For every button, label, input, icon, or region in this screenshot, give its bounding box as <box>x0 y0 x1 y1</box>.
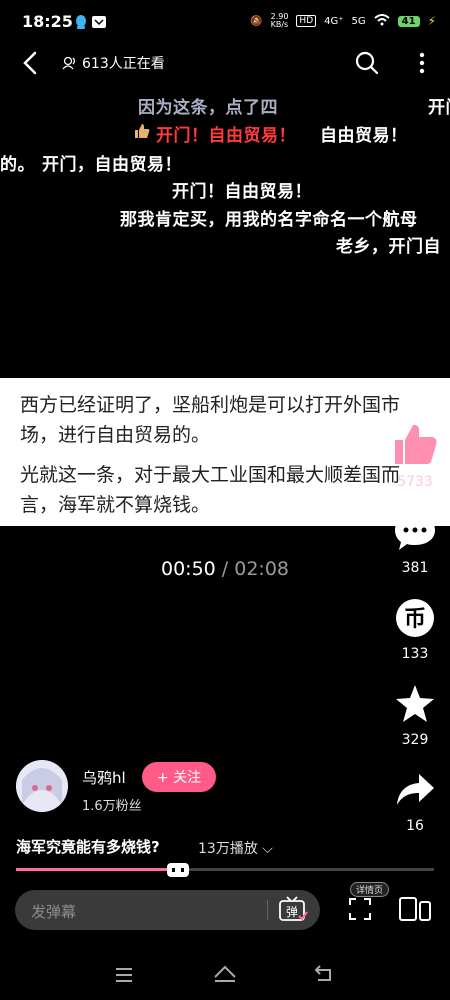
people-icon <box>62 56 76 70</box>
danmaku-item: 那我肯定买，用我的名字命名一个航母 <box>120 210 418 230</box>
avatar[interactable] <box>16 760 68 812</box>
share-button[interactable] <box>395 772 435 812</box>
video-frame-text-card: 西方已经证明了，坚船利炮是可以打开外国市场，进行自由贸易的。 光就这一条，对于最… <box>0 378 450 526</box>
fullscreen-button[interactable] <box>348 897 372 921</box>
star-icon <box>396 685 434 722</box>
card-text-line1: 西方已经证明了，坚船利炮是可以打开外国市场，进行自由贸易的。 <box>20 394 401 446</box>
favorite-count: 329 <box>401 732 429 748</box>
danmaku-item: 老乡，开门自 <box>336 237 441 257</box>
coin-count: 133 <box>401 646 429 662</box>
chevron-left-icon <box>23 51 37 75</box>
danmaku-icon-label: 弹 <box>286 905 298 919</box>
back-button[interactable] <box>18 50 44 76</box>
input-divider <box>267 900 268 920</box>
thumbs-up-icon <box>134 123 150 143</box>
battery-indicator: 41 <box>397 15 420 27</box>
coin-icon: 币 <box>396 599 434 637</box>
author-fans: 1.6万粉丝 <box>82 799 142 814</box>
net-5g: 5G <box>351 15 366 27</box>
tv-knob-icon <box>167 863 189 877</box>
detail-page-tag[interactable]: 详情页 <box>350 882 390 897</box>
share-count: 16 <box>406 818 424 834</box>
hd-badge: HD <box>296 15 317 27</box>
status-time: 18:25 <box>22 12 73 31</box>
danmaku-item: 自由贸易！ <box>320 126 408 146</box>
current-time: 00:50 <box>161 558 216 580</box>
wifi-icon <box>373 13 390 29</box>
danmaku-input-placeholder: 发弹幕 <box>31 903 77 921</box>
mute-icon: 🔕 <box>250 15 263 27</box>
play-count[interactable]: 13万播放 ⌵ <box>198 838 273 858</box>
net-4g: 4G⁺ <box>324 15 344 27</box>
play-count-label: 13万播放 <box>198 841 258 857</box>
danmaku-icon: 弹 <box>279 896 308 921</box>
playback-timer: 00:50 / 02:08 <box>161 558 289 580</box>
viewers-count: 613人正在看 <box>62 53 165 73</box>
system-nav-bar <box>0 955 450 1000</box>
danmaku-item: 开门！自由贸易！ <box>172 182 312 202</box>
status-bar: 18:25 🔕 2.90 KB/s HD 4G⁺ 5G 41 ⚡ <box>0 0 450 44</box>
search-icon <box>355 51 379 75</box>
total-time: / 02:08 <box>215 558 290 580</box>
danmaku-settings-button[interactable]: 弹 <box>278 896 308 924</box>
viewers-label: 613人正在看 <box>82 56 165 72</box>
landscape-button[interactable] <box>398 896 432 922</box>
message-icon <box>92 15 106 34</box>
author-name[interactable]: 乌鸦hl <box>82 767 126 788</box>
comment-count: 381 <box>401 560 429 576</box>
charging-icon: ⚡ <box>427 14 436 28</box>
more-vertical-icon <box>419 52 425 74</box>
like-button[interactable] <box>392 422 438 470</box>
back-nav-icon[interactable] <box>314 964 334 986</box>
chevron-down-icon: ⌵ <box>262 841 273 857</box>
video-title[interactable]: 海军究竟能有多烧钱? <box>16 836 160 857</box>
menu-icon[interactable] <box>114 967 134 987</box>
danmaku-item: 开门，自由贸易！ <box>42 155 182 175</box>
danmaku-item: 因为这条，点了四 <box>138 98 278 118</box>
coin-button[interactable]: 币 <box>395 598 435 642</box>
danmaku-item: 的。 <box>0 155 35 175</box>
danmaku-item-highlight: 开门！自由贸易！ <box>156 126 296 146</box>
comment-button[interactable] <box>393 512 437 556</box>
progress-knob[interactable] <box>166 860 190 878</box>
follow-button[interactable]: + 关注 <box>142 762 216 792</box>
share-icon <box>397 774 434 805</box>
svg-text:币: 币 <box>404 607 426 632</box>
like-count: 5733 <box>397 474 433 490</box>
qq-icon <box>74 14 88 34</box>
more-button[interactable] <box>412 50 432 76</box>
card-text-line2: 光就这一条，对于最大工业国和最大顺差国而言，海军就不算烧钱。 <box>20 464 401 516</box>
thumbs-up-icon <box>395 424 437 464</box>
status-icons: 🔕 2.90 KB/s HD 4G⁺ 5G 41 ⚡ <box>250 13 436 29</box>
comment-icon <box>395 514 435 550</box>
home-icon[interactable] <box>213 963 237 987</box>
progress-fill <box>16 868 183 871</box>
danmaku-input[interactable]: 发弹幕 弹 <box>15 890 320 930</box>
search-button[interactable] <box>354 50 380 76</box>
net-speed: 2.90 KB/s <box>270 12 289 29</box>
fullscreen-icon <box>349 898 371 920</box>
danmaku-item: 开门 <box>428 98 450 118</box>
phone-screen-icon <box>399 897 431 921</box>
favorite-button[interactable] <box>394 684 436 728</box>
